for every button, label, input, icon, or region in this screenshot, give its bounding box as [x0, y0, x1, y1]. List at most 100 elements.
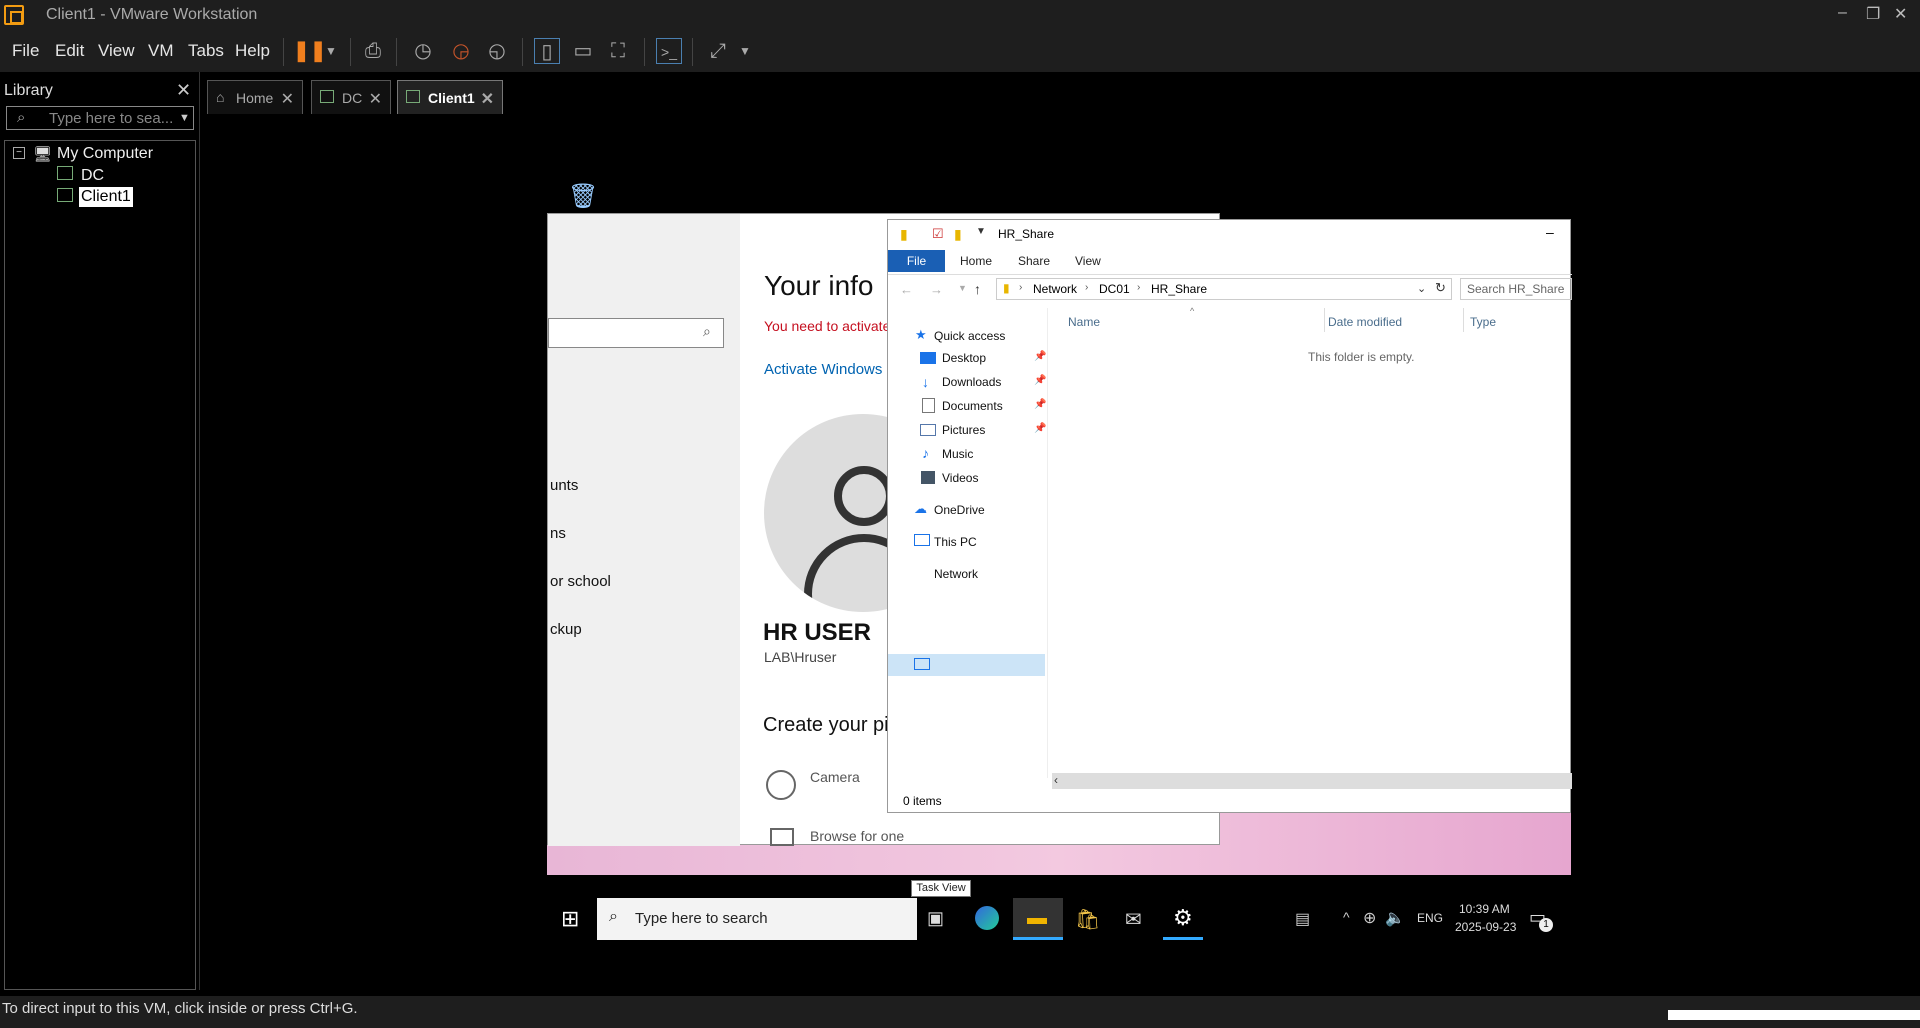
breadcrumb-network[interactable]: Network — [1033, 282, 1077, 296]
network-icon[interactable]: ⊕ — [1363, 908, 1376, 928]
chevron-down-icon[interactable]: ▼ — [976, 226, 986, 237]
news-icon[interactable]: ▤ — [1295, 909, 1310, 929]
address-bar[interactable]: ▮ › Network › DC01 › HR_Share ⌄ ↻ — [996, 278, 1452, 300]
tree-item-my-computer[interactable]: My Computer — [57, 145, 153, 163]
chevron-down-icon[interactable]: ⌄ — [1417, 282, 1426, 295]
horizontal-scrollbar[interactable]: ‹ — [1052, 773, 1572, 789]
new-folder-icon[interactable]: ▮ — [954, 226, 962, 243]
tab-home[interactable]: ⌂ Home ✕ — [207, 80, 303, 114]
stretch-guest-icon[interactable]: ⤢ — [705, 38, 731, 64]
store-icon[interactable]: 🛍 — [1075, 907, 1100, 932]
vm-thumbnail[interactable] — [1668, 1010, 1920, 1020]
show-library-icon[interactable]: ▯ — [534, 38, 560, 64]
nav-desktop[interactable]: Desktop — [942, 351, 986, 365]
nav-downloads[interactable]: Downloads — [942, 375, 1001, 389]
revert-snapshot-icon[interactable]: ◶ — [448, 38, 474, 64]
menu-vm[interactable]: VM — [148, 41, 174, 61]
recycle-bin-icon[interactable]: 🗑 — [568, 182, 598, 212]
properties-icon[interactable]: ☑ — [932, 226, 944, 242]
edge-icon[interactable] — [975, 906, 999, 930]
breadcrumb-hr-share[interactable]: HR_Share — [1151, 282, 1207, 296]
taskbar-search-input[interactable]: ⌕ Type here to search — [597, 898, 917, 940]
ribbon-tab-view[interactable]: View — [1075, 254, 1101, 268]
menu-help[interactable]: Help — [235, 41, 270, 61]
toolbar-separator — [350, 38, 351, 66]
column-header-name[interactable]: Name — [1068, 315, 1100, 329]
clock-time[interactable]: 10:39 AM — [1459, 902, 1510, 916]
thumbnail-bar-icon[interactable]: ▭ — [570, 38, 596, 64]
console-view-icon[interactable]: >_ — [656, 38, 682, 64]
send-ctrl-alt-del-icon[interactable]: ⎙ — [360, 38, 386, 64]
chevron-down-icon[interactable]: ▼ — [958, 283, 967, 293]
settings-nav-item[interactable]: ckup — [550, 621, 582, 638]
snapshot-icon[interactable]: ◷ — [410, 38, 436, 64]
nav-quick-access[interactable]: Quick access — [934, 329, 1005, 343]
tab-client1[interactable]: Client1 ✕ — [397, 80, 503, 114]
library-search-input[interactable]: ⌕ Type here to sea... ▼ — [6, 106, 194, 130]
user-icon — [834, 466, 894, 526]
language-indicator[interactable]: ENG — [1417, 911, 1443, 925]
nav-this-pc[interactable]: This PC — [934, 535, 977, 549]
chevron-down-icon[interactable]: ▼ — [732, 38, 758, 64]
chevron-up-icon[interactable]: ^ — [1343, 909, 1350, 925]
column-header-date[interactable]: Date modified — [1328, 315, 1402, 329]
nav-pictures[interactable]: Pictures — [942, 423, 985, 437]
forward-arrow-icon[interactable]: → — [930, 282, 943, 297]
pause-icon[interactable]: ❚❚ — [293, 38, 327, 64]
volume-icon[interactable]: 🔈 — [1385, 908, 1405, 928]
collapse-icon[interactable]: − — [13, 147, 25, 159]
nav-videos[interactable]: Videos — [942, 471, 978, 485]
tree-item-dc[interactable]: DC — [81, 167, 104, 185]
activate-windows-link[interactable]: Activate Windows no — [764, 361, 903, 378]
nav-network[interactable]: Network — [934, 567, 978, 581]
nav-documents[interactable]: Documents — [942, 399, 1003, 413]
browse-option[interactable]: Browse for one — [810, 828, 904, 844]
ribbon-tab-share[interactable]: Share — [1018, 254, 1050, 268]
settings-search-input[interactable]: ⌕ — [548, 318, 724, 348]
close-button[interactable]: ✕ — [1894, 4, 1907, 24]
close-icon[interactable]: ✕ — [176, 80, 191, 101]
search-input[interactable]: Search HR_Share — [1460, 278, 1572, 300]
ribbon-tab-file[interactable]: File — [888, 250, 945, 272]
chevron-down-icon[interactable]: ▼ — [179, 112, 190, 124]
menu-tabs[interactable]: Tabs — [188, 41, 224, 61]
menu-file[interactable]: File — [12, 41, 39, 61]
windows-start-icon[interactable]: ⊞ — [561, 906, 579, 932]
file-explorer-taskbar-button[interactable]: ▬ — [1013, 898, 1063, 940]
camera-option[interactable]: Camera — [810, 769, 860, 785]
refresh-icon[interactable]: ↻ — [1435, 280, 1446, 296]
settings-nav-item[interactable]: or school — [550, 573, 611, 590]
column-header-type[interactable]: Type — [1470, 315, 1496, 329]
scroll-left-icon[interactable]: ‹ — [1054, 773, 1058, 787]
close-icon[interactable]: ✕ — [369, 89, 382, 109]
settings-nav-item[interactable]: ns — [550, 525, 566, 542]
mail-icon[interactable]: ✉ — [1125, 907, 1142, 932]
close-icon[interactable]: ✕ — [481, 89, 494, 109]
menu-edit[interactable]: Edit — [55, 41, 84, 61]
snapshot-manager-icon[interactable]: ◵ — [484, 38, 510, 64]
clock-date[interactable]: 2025-09-23 — [1455, 920, 1516, 934]
fullscreen-icon[interactable]: ⛶ — [605, 38, 631, 64]
ribbon-tab-home[interactable]: Home — [960, 254, 992, 268]
activation-warning: You need to activate — [764, 318, 891, 334]
minimize-button[interactable]: – — [1838, 4, 1847, 22]
settings-nav-item[interactable]: unts — [550, 477, 578, 494]
close-icon[interactable]: ✕ — [281, 89, 294, 109]
taskbar-search-placeholder: Type here to search — [635, 910, 768, 927]
tab-dc[interactable]: DC ✕ — [311, 80, 391, 114]
settings-taskbar-button[interactable]: ⚙ — [1163, 898, 1203, 940]
star-icon: ★ — [915, 327, 927, 342]
nav-music[interactable]: Music — [942, 447, 973, 461]
nav-onedrive[interactable]: OneDrive — [934, 503, 985, 517]
tree-item-client1[interactable]: Client1 — [79, 187, 133, 207]
menu-view[interactable]: View — [98, 41, 135, 61]
back-arrow-icon[interactable]: ← — [900, 282, 913, 297]
up-arrow-icon[interactable]: ↑ — [974, 281, 981, 297]
selected-highlight — [888, 654, 1045, 676]
task-view-icon[interactable]: ▣ — [927, 908, 944, 929]
minimize-button[interactable]: – — [1546, 224, 1554, 240]
divider — [888, 274, 1572, 275]
breadcrumb-dc01[interactable]: DC01 — [1099, 282, 1130, 296]
restore-button[interactable]: ❐ — [1866, 4, 1880, 24]
chevron-down-icon[interactable]: ▼ — [318, 38, 344, 64]
